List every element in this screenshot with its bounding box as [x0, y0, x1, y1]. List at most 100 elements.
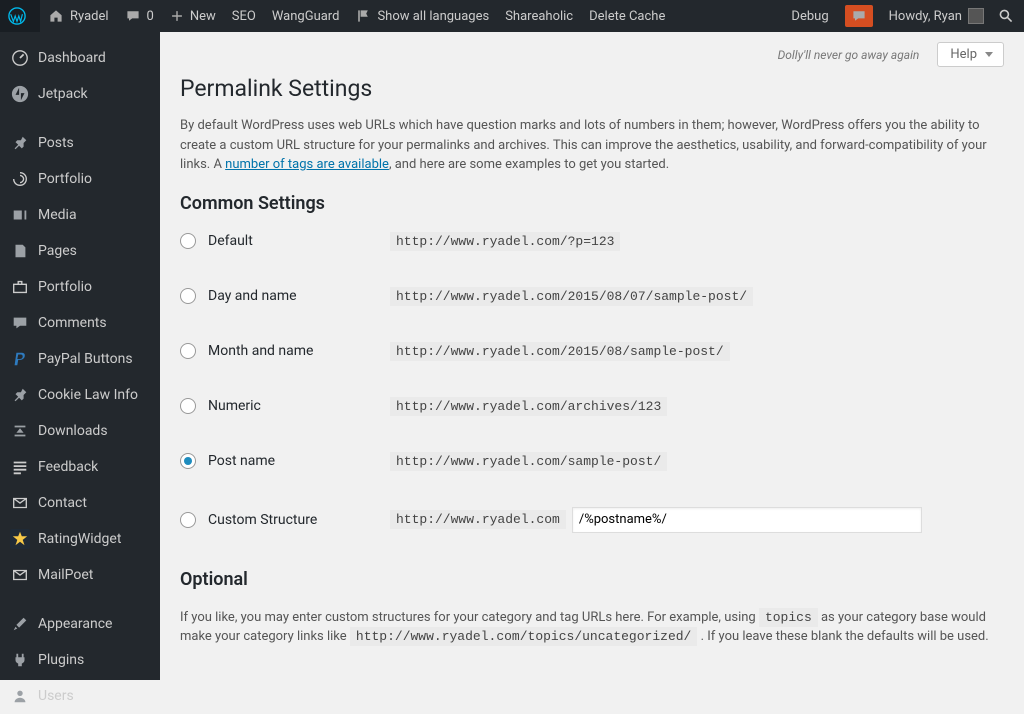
brush-icon — [10, 614, 30, 634]
optional-text: If you like, you may enter custom struct… — [180, 608, 1004, 647]
adminbar-item-seo[interactable]: SEO — [224, 0, 264, 32]
sidebar-item-label: Portfolio — [38, 279, 92, 295]
tags-available-link[interactable]: number of tags are available — [225, 157, 389, 172]
radio-button[interactable] — [180, 288, 196, 304]
sidebar-item-jetpack[interactable]: Jetpack — [0, 76, 160, 112]
sidebar-item-posts[interactable]: Posts — [0, 125, 160, 161]
sidebar-item-label: Appearance — [38, 616, 112, 632]
sidebar-item-label: Contact — [38, 495, 87, 511]
radio-button[interactable] — [180, 343, 196, 359]
radio-custom[interactable] — [180, 512, 196, 528]
sidebar-item-label: Users — [38, 688, 74, 704]
swirl-icon — [10, 169, 30, 189]
example-url: http://www.ryadel.com/2015/08/07/sample-… — [390, 287, 753, 306]
site-name-link[interactable]: Ryadel — [40, 0, 117, 32]
sidebar-item-pages[interactable]: Pages — [0, 233, 160, 269]
briefcase-icon — [10, 277, 30, 297]
sidebar-item-label: MailPoet — [38, 567, 93, 583]
permalink-option-default: Defaulthttp://www.ryadel.com/?p=123 — [180, 232, 1004, 251]
option-text: Post name — [208, 453, 275, 469]
media-icon — [10, 205, 30, 225]
permalink-option-numeric: Numerichttp://www.ryadel.com/archives/12… — [180, 397, 1004, 416]
radio-button[interactable] — [180, 233, 196, 249]
sidebar-item-appearance[interactable]: Appearance — [0, 606, 160, 642]
radio-button[interactable] — [180, 398, 196, 414]
adminbar-item-langs[interactable]: Show all languages — [347, 0, 497, 32]
sidebar-item-label: Feedback — [38, 459, 98, 475]
option-label[interactable]: Numeric — [180, 398, 390, 414]
main-content: Dolly'll never go away again Help Permal… — [160, 32, 1024, 680]
sidebar-item-comments[interactable]: Comments — [0, 305, 160, 341]
sidebar-item-label: Posts — [38, 135, 74, 151]
sidebar-item-label: Media — [38, 207, 77, 223]
pin-icon — [10, 133, 30, 153]
sidebar-item-dashboard[interactable]: Dashboard — [0, 40, 160, 76]
option-label-custom[interactable]: Custom Structure — [180, 512, 390, 528]
help-tab[interactable]: Help — [937, 42, 1004, 67]
option-label[interactable]: Post name — [180, 453, 390, 469]
sidebar-item-label: Dashboard — [38, 50, 106, 66]
chevron-down-icon — [985, 52, 993, 57]
page-title: Permalink Settings — [180, 75, 1004, 102]
new-content-link[interactable]: New — [162, 0, 224, 32]
envelope-icon — [10, 493, 30, 513]
sidebar-item-label: Portfolio — [38, 171, 92, 187]
sidebar-item-label: Jetpack — [38, 86, 88, 102]
adminbar-item-wangguard[interactable]: WangGuard — [264, 0, 348, 32]
custom-prefix: http://www.ryadel.com — [390, 510, 566, 529]
adminbar-debug[interactable]: Debug — [783, 0, 842, 32]
adminbar-item-shareaholic[interactable]: Shareaholic — [497, 0, 581, 32]
sidebar-item-users[interactable]: Users — [0, 678, 160, 714]
admin-bar: Ryadel 0 New SEO WangGuard Show all lang… — [0, 0, 1024, 32]
pages-icon — [10, 241, 30, 261]
option-text: Day and name — [208, 288, 297, 304]
sidebar-item-label: Cookie Law Info — [38, 387, 138, 403]
feedback-icon — [10, 457, 30, 477]
sidebar-item-label: Pages — [38, 243, 77, 259]
comments-icon — [10, 313, 30, 333]
sidebar-item-paypal-buttons[interactable]: PayPal Buttons — [0, 341, 160, 377]
sidebar-item-cookie-law-info[interactable]: Cookie Law Info — [0, 377, 160, 413]
sidebar-item-label: Plugins — [38, 652, 84, 668]
hello-dolly-lyric: Dolly'll never go away again — [778, 48, 920, 62]
topics-code: topics — [759, 608, 818, 627]
sidebar-item-downloads[interactable]: Downloads — [0, 413, 160, 449]
pin-icon — [10, 385, 30, 405]
sidebar-item-feedback[interactable]: Feedback — [0, 449, 160, 485]
sidebar-item-media[interactable]: Media — [0, 197, 160, 233]
permalink-option-month-and-name: Month and namehttp://www.ryadel.com/2015… — [180, 342, 1004, 361]
sidebar-item-portfolio[interactable]: Portfolio — [0, 161, 160, 197]
wp-logo[interactable] — [0, 0, 40, 32]
search-icon[interactable] — [992, 0, 1024, 32]
sidebar-item-portfolio[interactable]: Portfolio — [0, 269, 160, 305]
envelope-icon — [10, 565, 30, 585]
comments-link[interactable]: 0 — [117, 0, 162, 32]
notifications-icon[interactable] — [845, 5, 873, 27]
sidebar-item-contact[interactable]: Contact — [0, 485, 160, 521]
sidebar-item-label: Comments — [38, 315, 107, 331]
option-text: Month and name — [208, 343, 313, 359]
example-url: http://www.ryadel.com/sample-post/ — [390, 452, 667, 471]
sidebar-item-label: Downloads — [38, 423, 108, 439]
radio-button[interactable] — [180, 453, 196, 469]
sidebar-item-mailpoet[interactable]: MailPoet — [0, 557, 160, 593]
paypal-icon — [10, 349, 30, 369]
account-link[interactable]: Howdy, Ryan — [881, 0, 992, 32]
intro-text: By default WordPress uses web URLs which… — [180, 116, 1004, 175]
custom-structure-input[interactable] — [572, 507, 922, 533]
star-icon — [10, 529, 30, 549]
option-label[interactable]: Default — [180, 233, 390, 249]
example-url: http://www.ryadel.com/?p=123 — [390, 232, 620, 251]
option-label[interactable]: Month and name — [180, 343, 390, 359]
sidebar-item-ratingwidget[interactable]: RatingWidget — [0, 521, 160, 557]
jetpack-icon — [10, 84, 30, 104]
sidebar-item-label: RatingWidget — [38, 531, 121, 547]
avatar — [968, 8, 984, 24]
permalink-option-custom: Custom Structure http://www.ryadel.com — [180, 507, 1004, 533]
option-label[interactable]: Day and name — [180, 288, 390, 304]
sidebar-item-plugins[interactable]: Plugins — [0, 642, 160, 678]
common-settings-heading: Common Settings — [180, 193, 1004, 214]
sidebar-item-label: PayPal Buttons — [38, 351, 133, 367]
admin-sidebar: Dashboard Jetpack Posts Portfolio Media Pages… — [0, 32, 160, 680]
adminbar-item-delete-cache[interactable]: Delete Cache — [581, 0, 673, 32]
